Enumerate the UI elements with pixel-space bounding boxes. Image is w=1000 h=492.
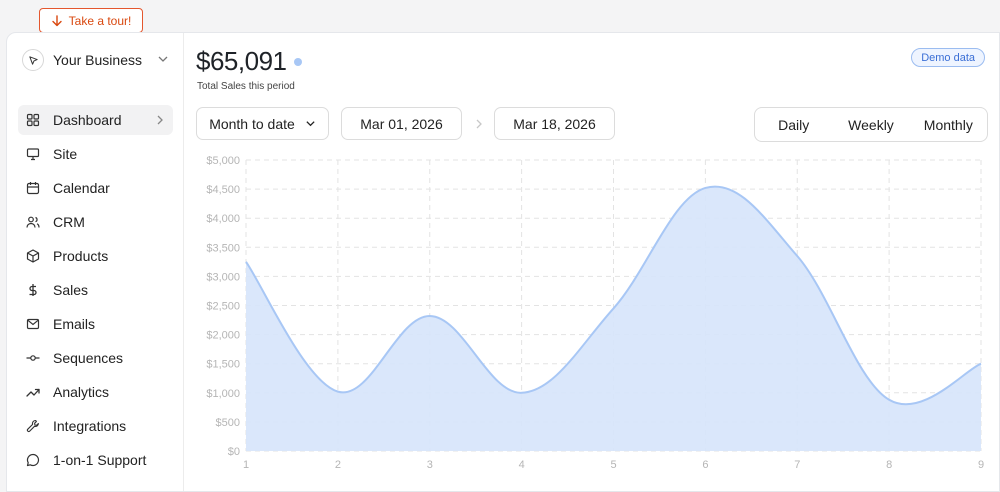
- sidebar-item-label: Calendar: [53, 180, 110, 196]
- total-sales: $65,091: [196, 46, 302, 77]
- end-date-field[interactable]: Mar 18, 2026: [494, 107, 615, 140]
- sidebar-item-label: Sequences: [53, 350, 123, 366]
- date-range-value: Month to date: [209, 116, 295, 132]
- sidebar-item-label: Emails: [53, 316, 95, 332]
- wrench-icon: [26, 419, 40, 433]
- x-tick-label: 1: [243, 459, 249, 471]
- period-toggle: Daily Weekly Monthly: [754, 107, 988, 142]
- chat-icon: [26, 453, 40, 467]
- start-date-field[interactable]: Mar 01, 2026: [341, 107, 462, 140]
- sidebar-item-sales[interactable]: Sales: [18, 275, 173, 305]
- sidebar-item-label: Site: [53, 146, 77, 162]
- x-tick-label: 2: [335, 459, 341, 471]
- series-dot: [294, 58, 302, 66]
- sidebar-item-integrations[interactable]: Integrations: [18, 411, 173, 441]
- business-logo: [22, 49, 44, 71]
- dollar-icon: [26, 283, 40, 297]
- x-tick-label: 7: [794, 459, 800, 471]
- grid-icon: [26, 113, 40, 127]
- sidebar-item-products[interactable]: Products: [18, 241, 173, 271]
- chevron-right-icon: [155, 114, 165, 126]
- chevron-down-icon: [157, 53, 169, 65]
- sidebar-nav: Dashboard Site Calendar CRM Products: [18, 105, 173, 479]
- trend-icon: [26, 385, 40, 399]
- total-sales-label: Total Sales this period: [197, 81, 295, 92]
- sidebar-item-label: Integrations: [53, 418, 126, 434]
- sidebar-item-label: Dashboard: [53, 112, 122, 128]
- sidebar-item-emails[interactable]: Emails: [18, 309, 173, 339]
- sidebar: Your Business Dashboard Site Calendar CR…: [7, 33, 184, 491]
- chevron-down-icon: [305, 118, 316, 129]
- users-icon: [26, 215, 40, 229]
- sidebar-item-crm[interactable]: CRM: [18, 207, 173, 237]
- period-monthly-button[interactable]: Monthly: [910, 117, 987, 133]
- sidebar-item-label: CRM: [53, 214, 85, 230]
- business-switcher[interactable]: Your Business: [22, 49, 169, 71]
- sequence-icon: [26, 351, 40, 365]
- sidebar-item-label: 1-on-1 Support: [53, 452, 146, 468]
- sidebar-item-label: Analytics: [53, 384, 109, 400]
- demo-data-badge: Demo data: [911, 48, 985, 67]
- box-icon: [26, 249, 40, 263]
- total-sales-value: $65,091: [196, 46, 286, 77]
- monitor-icon: [26, 147, 40, 161]
- sidebar-item-dashboard[interactable]: Dashboard: [18, 105, 173, 135]
- sales-area-chart: $0 $500 $1,000 $1,500 $2,000 $2,500 $3,000 $3,5…: [185, 153, 1000, 492]
- y-tick-label: $4,500: [206, 184, 240, 196]
- x-tick-label: 4: [519, 459, 525, 471]
- x-tick-label: 5: [610, 459, 616, 471]
- app-window: Your Business Dashboard Site Calendar CR…: [6, 32, 1000, 492]
- take-tour-label: Take a tour!: [69, 14, 132, 28]
- x-tick-label: 3: [427, 459, 433, 471]
- arrow-down-icon: [51, 15, 63, 27]
- sidebar-item-calendar[interactable]: Calendar: [18, 173, 173, 203]
- date-range-select[interactable]: Month to date: [196, 107, 329, 140]
- y-tick-label: $2,500: [206, 301, 240, 313]
- chevron-right-icon: [474, 118, 484, 130]
- sidebar-item-label: Sales: [53, 282, 88, 298]
- y-tick-label: $5,000: [206, 155, 240, 167]
- mail-icon: [26, 317, 40, 331]
- sidebar-item-sequences[interactable]: Sequences: [18, 343, 173, 373]
- sidebar-item-analytics[interactable]: Analytics: [18, 377, 173, 407]
- x-tick-label: 9: [978, 459, 984, 471]
- y-tick-label: $500: [216, 417, 240, 429]
- x-tick-label: 6: [702, 459, 708, 471]
- period-daily-button[interactable]: Daily: [755, 117, 832, 133]
- sidebar-item-site[interactable]: Site: [18, 139, 173, 169]
- sidebar-item-label: Products: [53, 248, 108, 264]
- period-weekly-button[interactable]: Weekly: [832, 117, 909, 133]
- business-name: Your Business: [53, 52, 142, 68]
- main-panel: $65,091 Total Sales this period Demo dat…: [185, 33, 999, 491]
- y-tick-label: $2,000: [206, 330, 240, 342]
- take-tour-button[interactable]: Take a tour!: [39, 8, 143, 33]
- cursor-icon: [28, 55, 39, 66]
- y-tick-label: $3,000: [206, 271, 240, 283]
- y-tick-label: $0: [228, 446, 240, 458]
- y-tick-label: $1,500: [206, 359, 240, 371]
- y-tick-label: $3,500: [206, 242, 240, 254]
- y-tick-label: $1,000: [206, 388, 240, 400]
- sidebar-item-support[interactable]: 1-on-1 Support: [18, 445, 173, 475]
- y-tick-label: $4,000: [206, 213, 240, 225]
- calendar-icon: [26, 181, 40, 195]
- x-tick-label: 8: [886, 459, 892, 471]
